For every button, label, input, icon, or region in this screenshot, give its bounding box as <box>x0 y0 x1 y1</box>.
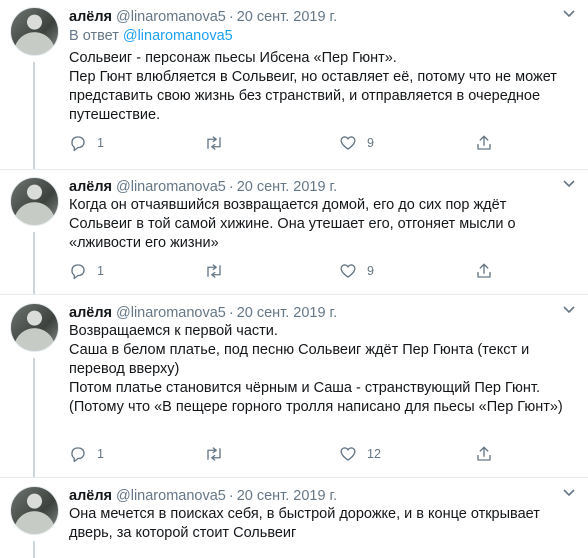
share-icon <box>477 263 491 278</box>
retweet-icon <box>207 136 221 150</box>
reply-button[interactable]: 1 <box>69 134 104 152</box>
tweet[interactable]: алёля @linaromanova5 · 20 сент. 2019 г. … <box>0 0 588 170</box>
tweet-text-line: Пер Гюнт влюбляется в Сольвеиг, но остав… <box>69 69 557 123</box>
reply-button[interactable]: 1 <box>69 262 104 280</box>
avatar[interactable] <box>10 7 59 56</box>
like-icon <box>340 136 356 150</box>
avatar[interactable] <box>10 486 59 535</box>
reply-mention-link[interactable]: @linaromanova5 <box>123 28 233 44</box>
separator-dot: · <box>228 305 234 321</box>
reply-icon <box>71 447 85 463</box>
author-name[interactable]: алёля <box>69 488 112 504</box>
reply-button[interactable]: 1 <box>69 445 104 463</box>
tweet-date[interactable]: 20 сент. 2019 г. <box>237 305 337 321</box>
retweet-icon <box>207 264 221 278</box>
tweet-text: Сольвеиг - персонаж пьесы Ибсена «Пер Гю… <box>69 49 569 125</box>
like-button[interactable]: 12 <box>339 445 381 463</box>
like-button[interactable]: 9 <box>339 262 374 280</box>
author-handle[interactable]: @linaromanova5 <box>116 9 226 25</box>
reply-context: В ответ @linaromanova5 <box>69 28 233 44</box>
share-icon <box>477 446 491 461</box>
like-count: 12 <box>367 447 381 461</box>
author-name[interactable]: алёля <box>69 9 112 25</box>
thread-connector <box>33 541 35 558</box>
like-button[interactable]: 9 <box>339 134 374 152</box>
tweet-text: Возвращаемся к первой части. Саша в бело… <box>69 322 569 417</box>
tweet-date[interactable]: 20 сент. 2019 г. <box>237 179 337 195</box>
chevron-down-icon[interactable] <box>562 305 576 315</box>
tweet-actions: 1 9 <box>69 134 509 154</box>
author-name[interactable]: алёля <box>69 179 112 195</box>
tweet-text-line: Когда он отчаявшийся возвращается домой,… <box>69 197 516 251</box>
tweet-text-line: Она мечется в поисках себя, в быстрой до… <box>69 506 540 541</box>
avatar[interactable] <box>10 177 59 226</box>
tweet[interactable]: алёля @linaromanova5 · 20 сент. 2019 г. … <box>0 296 588 477</box>
tweet-divider <box>0 477 588 478</box>
chevron-down-icon[interactable] <box>562 488 576 498</box>
tweet-actions: 1 9 <box>69 262 509 282</box>
tweet-divider <box>0 294 588 295</box>
tweet-text-line: Саша в белом платье, под песню Сольвеиг … <box>69 342 530 377</box>
tweet-text-line: Сольвеиг - персонаж пьесы Ибсена «Пер Гю… <box>69 50 397 66</box>
chevron-down-icon[interactable] <box>562 179 576 189</box>
tweet[interactable]: алёля @linaromanova5 · 20 сент. 2019 г. … <box>0 170 588 295</box>
separator-dot: · <box>228 179 234 195</box>
thread-connector <box>33 232 35 295</box>
retweet-button[interactable] <box>204 262 234 280</box>
tweet-header: алёля @linaromanova5 · 20 сент. 2019 г. <box>69 177 337 197</box>
reply-count: 1 <box>97 136 104 150</box>
like-count: 9 <box>367 264 374 278</box>
reply-count: 1 <box>97 264 104 278</box>
retweet-button[interactable] <box>204 134 234 152</box>
share-button[interactable] <box>475 134 493 152</box>
reply-icon <box>71 136 85 152</box>
author-handle[interactable]: @linaromanova5 <box>116 488 226 504</box>
tweet-date[interactable]: 20 сент. 2019 г. <box>237 9 337 25</box>
reply-prefix: В ответ <box>69 28 119 44</box>
tweet-thread: алёля @linaromanova5 · 20 сент. 2019 г. … <box>0 0 588 558</box>
retweet-button[interactable] <box>204 445 234 463</box>
thread-connector <box>33 62 35 170</box>
separator-dot: · <box>228 9 234 25</box>
tweet-date[interactable]: 20 сент. 2019 г. <box>237 488 337 504</box>
avatar[interactable] <box>10 303 59 352</box>
author-handle[interactable]: @linaromanova5 <box>116 305 226 321</box>
tweet-header: алёля @linaromanova5 · 20 сент. 2019 г. <box>69 486 337 506</box>
chevron-down-icon[interactable] <box>562 9 576 19</box>
like-icon <box>340 447 356 461</box>
like-icon <box>340 264 356 278</box>
reply-icon <box>71 264 85 280</box>
tweet[interactable]: алёля @linaromanova5 · 20 сент. 2019 г. … <box>0 479 588 558</box>
tweet-text: Она мечется в поисках себя, в быстрой до… <box>69 505 569 543</box>
share-button[interactable] <box>475 262 493 280</box>
share-icon <box>477 135 491 150</box>
tweet-actions: 1 12 <box>69 445 509 465</box>
retweet-icon <box>207 447 221 461</box>
reply-count: 1 <box>97 447 104 461</box>
separator-dot: · <box>228 488 234 504</box>
tweet-text: Когда он отчаявшийся возвращается домой,… <box>69 196 569 253</box>
tweet-text-line: Возвращаемся к первой части. <box>69 323 278 339</box>
thread-connector <box>33 358 35 477</box>
share-button[interactable] <box>475 445 493 463</box>
author-handle[interactable]: @linaromanova5 <box>116 179 226 195</box>
like-count: 9 <box>367 136 374 150</box>
tweet-text-line: (Потому что «В пещере горного тролля нап… <box>69 399 563 415</box>
tweet-text-line: Потом платье становится чёрным и Саша - … <box>69 380 540 396</box>
tweet-header: алёля @linaromanova5 · 20 сент. 2019 г. <box>69 7 337 27</box>
tweet-header: алёля @linaromanova5 · 20 сент. 2019 г. <box>69 303 337 323</box>
author-name[interactable]: алёля <box>69 305 112 321</box>
